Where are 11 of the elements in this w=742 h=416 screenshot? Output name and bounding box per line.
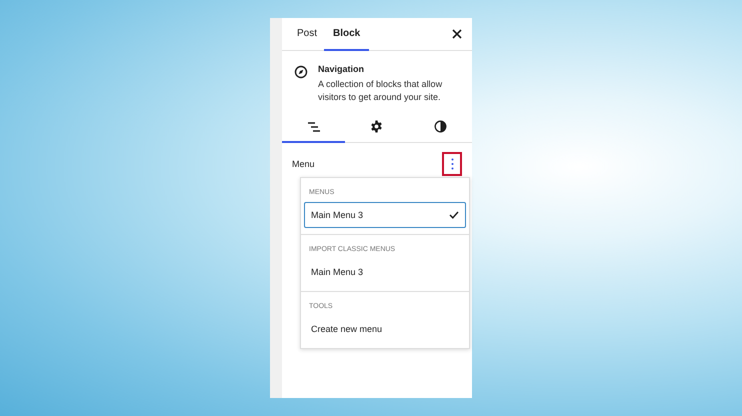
menu-item[interactable]: Main Menu 3 [304, 202, 466, 228]
menu-item[interactable]: Create new menu [304, 316, 466, 342]
compass-icon [294, 65, 308, 79]
menu-label: Menu [292, 159, 315, 169]
options-icon[interactable] [442, 152, 462, 176]
sidebar-tab[interactable]: Post [290, 18, 324, 51]
sidebar-tab[interactable]: Block [324, 18, 370, 51]
checkmark-icon [449, 211, 459, 219]
menu-item[interactable]: Main Menu 3 [304, 259, 466, 285]
block-description: A collection of blocks that allow visitors to get around your site. [318, 78, 444, 104]
block-title: Navigation [318, 64, 366, 74]
